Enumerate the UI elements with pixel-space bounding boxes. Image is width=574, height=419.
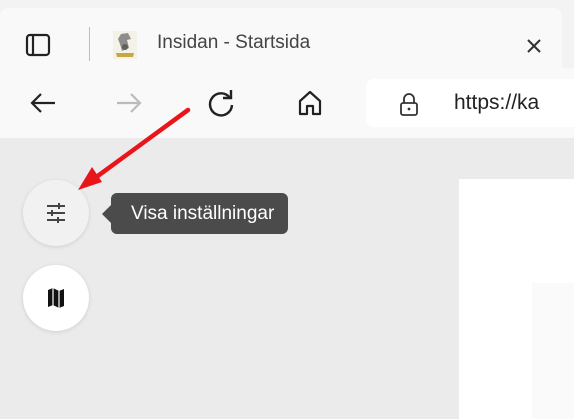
arrow-left-icon[interactable] bbox=[27, 87, 59, 119]
sliders-icon bbox=[47, 203, 65, 223]
content-panel-inner bbox=[532, 283, 574, 419]
page-content: Visa inställningar bbox=[0, 139, 574, 419]
browser-tab[interactable]: Insidan - Startsida bbox=[0, 8, 562, 68]
arrow-right-icon[interactable] bbox=[113, 87, 145, 119]
map-icon bbox=[48, 288, 64, 308]
refresh-icon[interactable] bbox=[205, 87, 237, 119]
show-settings-button[interactable] bbox=[23, 180, 89, 246]
map-button[interactable] bbox=[23, 265, 89, 331]
close-icon[interactable] bbox=[524, 36, 544, 56]
settings-tooltip: Visa inställningar bbox=[101, 193, 289, 234]
url-text[interactable]: https://ka bbox=[454, 91, 574, 115]
tab-title: Insidan - Startsida bbox=[157, 32, 311, 53]
lock-icon[interactable] bbox=[398, 93, 420, 117]
knight-favicon-icon bbox=[113, 31, 137, 59]
browser-toolbar: https://ka bbox=[0, 68, 574, 138]
address-bar[interactable]: https://ka bbox=[366, 79, 574, 127]
home-icon[interactable] bbox=[294, 87, 326, 119]
tab-separator bbox=[89, 27, 90, 61]
tab-actions-icon[interactable] bbox=[24, 31, 52, 59]
tab-strip: Insidan - Startsida bbox=[0, 0, 574, 68]
